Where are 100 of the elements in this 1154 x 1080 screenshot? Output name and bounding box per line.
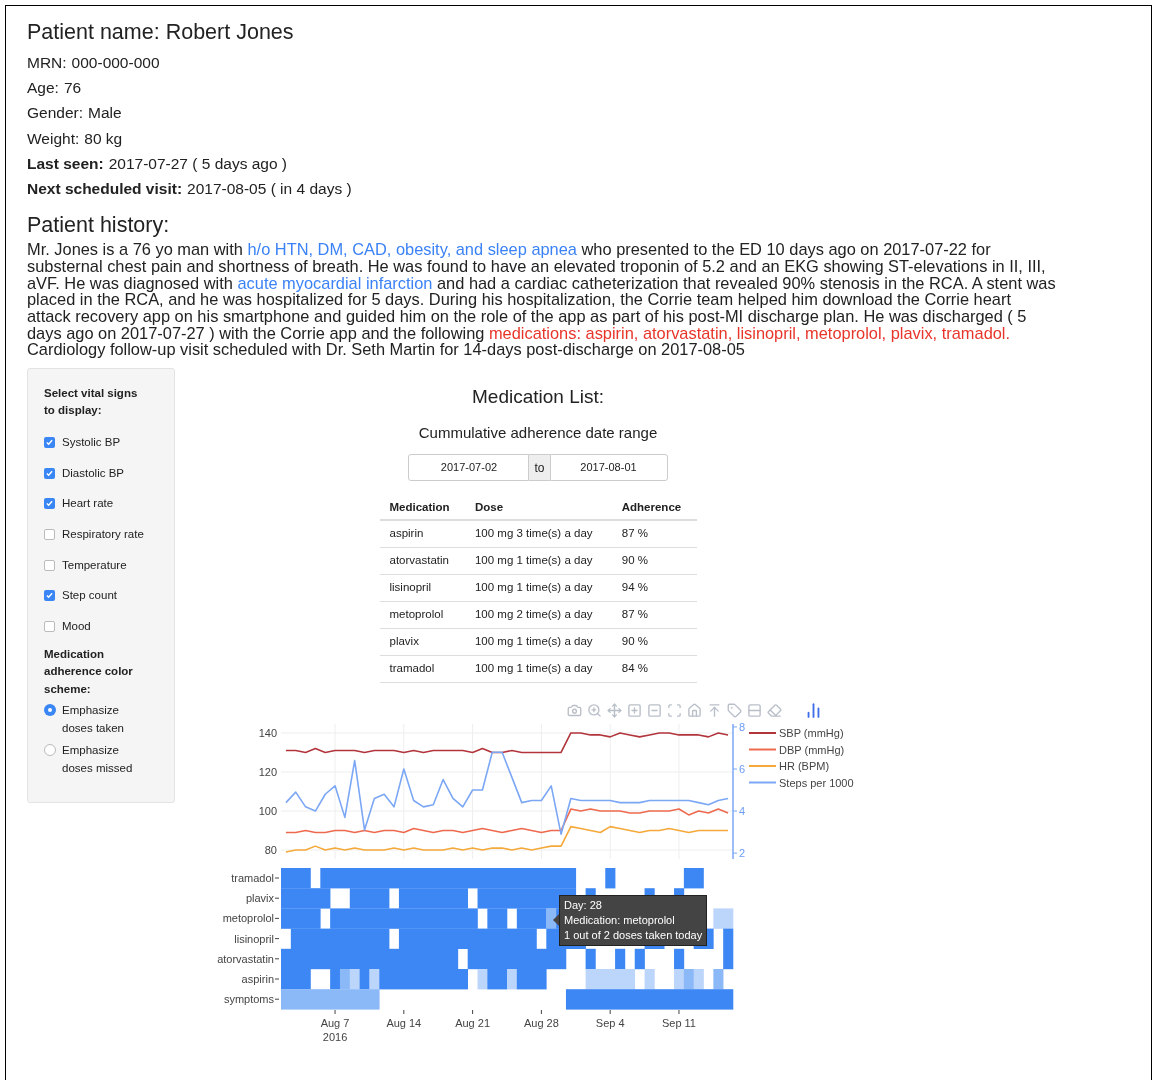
column-header: Medication [379, 495, 465, 521]
tooltip-text: 1 out of 2 doses taken today [564, 927, 703, 943]
x-axis-label: Sep 4 [595, 1016, 625, 1029]
section-heading: Patient history: [27, 212, 171, 240]
heatmap-row-label: metoprolol [222, 912, 274, 925]
table-cell: atorvastatin [379, 547, 465, 575]
patient-name: Robert Jones [165, 19, 294, 46]
legend-line [748, 764, 777, 767]
compare-bars-icon[interactable] [747, 703, 762, 719]
detail-value: 2017-07-27 ( 5 days ago ) [108, 153, 288, 174]
table-cell: 87 % [611, 520, 697, 548]
legend-label[interactable]: SBP (mmHg) [779, 726, 844, 739]
heatmap-row-label: lisinopril [234, 932, 274, 945]
patient-name-label: Patient name: [27, 19, 160, 46]
checkbox-label[interactable]: Step count [62, 587, 117, 605]
table-cell: lisinopril [379, 574, 465, 602]
legend-line [748, 781, 777, 784]
detail-label: Last seen: [27, 153, 104, 174]
heatmap-row-label: aspirin [241, 972, 274, 985]
radio-button[interactable] [44, 704, 56, 717]
tooltip-text: Day: 28 [564, 897, 603, 913]
y-axis-label: 100 [258, 804, 277, 817]
zoom-out-square-icon[interactable] [647, 703, 662, 719]
legend-line [748, 731, 777, 734]
checkbox-label[interactable]: Temperature [62, 556, 127, 574]
home-icon[interactable] [687, 703, 702, 719]
detail-label: Age: [27, 78, 59, 99]
heatmap-row-label: tramadol [231, 871, 274, 884]
zoom-in-square-icon[interactable] [627, 703, 642, 719]
condition-link[interactable]: acute myocardial infarction [237, 273, 433, 292]
heatmap-row-label: plavix [245, 891, 274, 904]
spike-lines-icon[interactable] [707, 703, 722, 719]
history-paragraph: Mr. Jones is a 76 yo man with h/o HTN, DM, CAD, obesity, and sleep apnea who presented to the ED 10 days ago on 2017-07-22 for substernal chest pain and shortness of breath. He was found to have an elevated troponin of 5.2 and an EKG showing ST-elevations in II, III, aVF. He was diagnosed with acute myocardial infarction and had a cardiac catheterization that revealed 90% stenosis in the RCA. A stent was placed in the RCA, and he was hospitalized for 5 days. During his hospitalization, the Corrie team helped him download the Corrie heart attack recovery app on his smartphone and guided him on the role of the app as part of his post-MI discharge plan. He was discharged ( 5 days ago on 2017-07-27 ) with the Corrie app and the following medications: aspirin, atorvastatin, lisinopril, metoprolol, plavix, tramadol. Cardiology follow-up visit scheduled with Dr. Seth Martin for 14-days post-discharge on 2017-08-05 [27, 241, 1057, 359]
eraser-icon[interactable] [767, 703, 782, 719]
radio-label[interactable]: Emphasize doses missed [62, 742, 142, 778]
table-cell: 90 % [611, 628, 697, 656]
table-cell: metoprolol [379, 601, 465, 629]
end-date-field[interactable]: 2017-08-01 [549, 454, 668, 482]
legend-label[interactable]: Steps per 1000 [779, 776, 854, 789]
x-axis-year-label: 2016 [322, 1030, 348, 1043]
column-header: Dose [464, 495, 612, 521]
table-cell: 100 mg 1 time(s) a day [464, 574, 612, 602]
camera-icon[interactable] [567, 703, 582, 719]
start-date-field[interactable]: 2017-07-02 [408, 454, 530, 482]
checkbox[interactable] [44, 621, 55, 633]
y-axis-label: 8 [739, 720, 746, 733]
y-axis-label: 6 [739, 762, 746, 775]
table-cell: 100 mg 1 time(s) a day [464, 655, 612, 683]
condition-link[interactable]: h/o HTN, DM, CAD, obesity, and sleep apnea [247, 240, 577, 259]
bar-chart-icon[interactable] [805, 702, 822, 720]
checkbox[interactable] [44, 590, 55, 602]
table-cell: 100 mg 1 time(s) a day [464, 628, 612, 656]
x-axis-label: Sep 11 [661, 1016, 696, 1029]
checkbox-label[interactable]: Respiratory rate [62, 525, 144, 544]
checkbox-label[interactable]: Systolic BP [62, 433, 121, 452]
panel-heading: Select vital signs to display: [44, 386, 139, 419]
heatmap-row-label: symptoms [223, 992, 274, 1005]
table-cell: 100 mg 1 time(s) a day [464, 547, 612, 575]
tooltip-text: Medication: metoprolol [564, 912, 676, 928]
y-axis-label: 80 [264, 843, 277, 856]
panel-heading: Medication adherence color scheme: [44, 646, 134, 697]
checkbox[interactable] [44, 437, 55, 448]
table-cell: aspirin [379, 520, 465, 548]
table-cell: 100 mg 2 time(s) a day [464, 601, 612, 629]
autoscale-icon[interactable] [667, 703, 682, 719]
detail-label: Gender: [27, 103, 83, 124]
checkbox-label[interactable]: Diastolic BP [62, 464, 124, 482]
detail-label: Next scheduled visit: [27, 179, 183, 199]
table-cell: 100 mg 3 time(s) a day [464, 520, 612, 548]
radio-button[interactable] [44, 744, 56, 757]
x-axis-label: Aug 7 [320, 1016, 350, 1029]
checkbox-label[interactable]: Heart rate [62, 495, 114, 513]
checkbox[interactable] [44, 498, 55, 510]
zoom-icon[interactable] [587, 703, 602, 719]
table-cell: 90 % [611, 547, 697, 575]
y-axis-label: 2 [739, 846, 746, 859]
section-heading: Medication List: [472, 385, 604, 410]
legend-label[interactable]: HR (BPM) [779, 759, 830, 772]
legend-line [748, 748, 777, 751]
table-cell: tramadol [379, 655, 465, 683]
legend-label[interactable]: DBP (mmHg) [779, 743, 845, 756]
detail-value: 80 kg [84, 128, 123, 149]
y-axis-label: 140 [258, 726, 277, 739]
y-axis-label: 4 [739, 804, 746, 817]
x-axis-label: Aug 14 [386, 1016, 422, 1029]
checkbox[interactable] [44, 467, 55, 479]
tag-icon[interactable] [727, 703, 742, 719]
detail-value: Male [88, 103, 122, 124]
detail-value: 2017-08-05 ( in 4 days ) [187, 179, 352, 199]
move-icon[interactable] [607, 703, 622, 719]
checkbox-label[interactable]: Mood [62, 618, 91, 636]
detail-label: MRN: [27, 53, 67, 73]
x-axis-label: Aug 28 [523, 1016, 559, 1029]
radio-label[interactable]: Emphasize doses taken [62, 702, 142, 738]
checkbox[interactable] [44, 559, 55, 571]
y-axis-label: 120 [258, 765, 277, 778]
table-cell: 94 % [611, 574, 697, 602]
table-cell: plavix [379, 628, 465, 656]
heatmap-row-label: atorvastatin [217, 952, 274, 965]
checkbox[interactable] [44, 529, 55, 541]
